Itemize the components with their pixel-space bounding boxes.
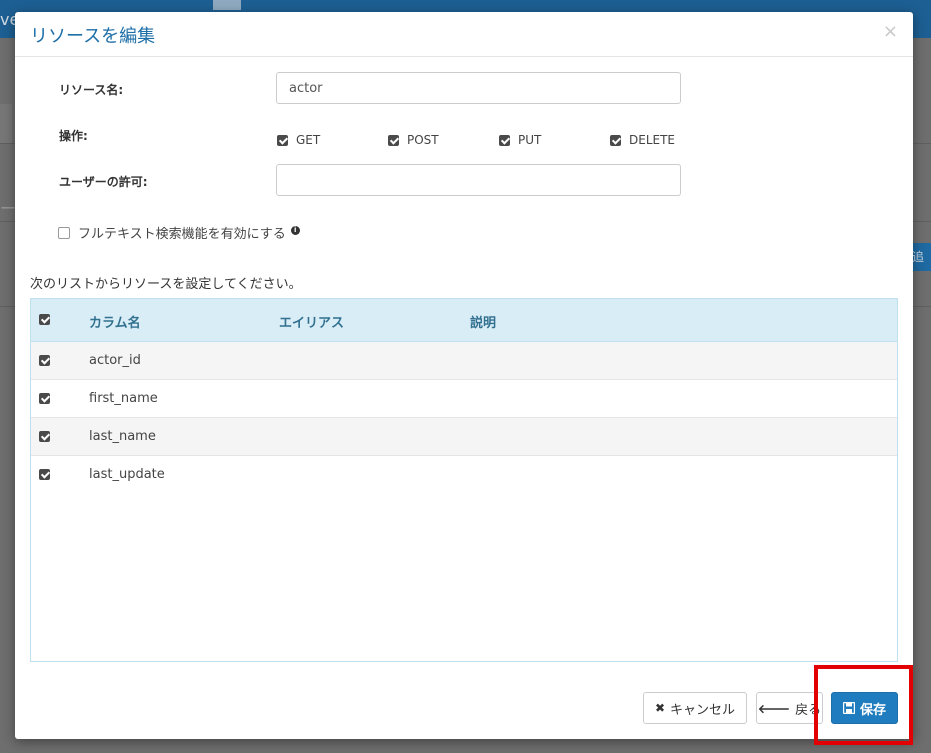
column-name-cell: last_name bbox=[89, 429, 156, 444]
checkbox-unchecked-icon[interactable] bbox=[58, 226, 70, 239]
close-icon[interactable]: × bbox=[883, 22, 898, 42]
cancel-label: キャンセル bbox=[670, 702, 736, 718]
resource-name-label: リソース名: bbox=[59, 83, 124, 97]
fulltext-search-checkbox[interactable]: フルテキスト検索機能を有効にする i bbox=[58, 223, 300, 242]
cancel-button[interactable]: ✖ キャンセル bbox=[643, 692, 747, 724]
row-checkbox[interactable] bbox=[39, 393, 50, 404]
operation-delete-checkbox[interactable]: DELETE bbox=[610, 133, 675, 147]
checkbox-checked-icon[interactable] bbox=[499, 134, 510, 146]
operation-label: POST bbox=[407, 133, 439, 147]
row-checkbox[interactable] bbox=[39, 355, 50, 366]
modal-header: リソースを編集 × bbox=[15, 12, 913, 57]
column-header-alias: エイリアス bbox=[279, 316, 345, 331]
background-panel-edge bbox=[0, 104, 12, 144]
table-row: last_name bbox=[31, 418, 897, 456]
operations-label: 操作: bbox=[59, 129, 88, 143]
background-add-button: 追加 bbox=[912, 243, 931, 271]
table-header: カラム名 エイリアス 説明 bbox=[31, 299, 897, 342]
select-all-checkbox[interactable] bbox=[39, 314, 50, 325]
times-icon: ✖ bbox=[654, 701, 666, 715]
column-name-cell: first_name bbox=[89, 391, 158, 406]
fulltext-search-label: フルテキスト検索機能を有効にする bbox=[78, 227, 286, 242]
operation-put-checkbox[interactable]: PUT bbox=[499, 133, 541, 147]
list-instruction: 次のリストからリソースを設定してください。 bbox=[30, 277, 302, 292]
edit-resource-modal: リソースを編集 × リソース名: 操作: GET POST PUT DELETE… bbox=[15, 12, 913, 739]
checkbox-checked-icon[interactable] bbox=[610, 134, 621, 146]
info-circle-icon[interactable]: i bbox=[290, 226, 300, 235]
operation-post-checkbox[interactable]: POST bbox=[388, 133, 439, 147]
background-add-label: 追加 bbox=[912, 250, 925, 264]
column-name-cell: actor_id bbox=[89, 353, 141, 368]
user-permission-label: ユーザーの許可: bbox=[59, 175, 148, 189]
operation-label: PUT bbox=[518, 133, 542, 147]
operation-label: GET bbox=[296, 133, 321, 147]
column-name-cell: last_update bbox=[89, 467, 165, 482]
table-row: last_update bbox=[31, 456, 897, 494]
resource-name-input[interactable] bbox=[276, 72, 681, 104]
checkbox-checked-icon[interactable] bbox=[388, 134, 399, 146]
modal-title: リソースを編集 bbox=[30, 26, 156, 47]
row-checkbox[interactable] bbox=[39, 469, 50, 480]
table-row: first_name bbox=[31, 380, 897, 418]
save-button-highlight bbox=[814, 665, 913, 745]
operation-get-checkbox[interactable]: GET bbox=[277, 133, 320, 147]
background-tab bbox=[213, 0, 241, 10]
arrow-left-icon: 🡐 bbox=[757, 701, 791, 716]
column-header-description: 説明 bbox=[470, 316, 497, 331]
back-button[interactable]: 🡐 戻る bbox=[756, 692, 823, 724]
operation-label: DELETE bbox=[629, 133, 676, 147]
user-permission-input[interactable] bbox=[276, 164, 681, 196]
table-row: actor_id bbox=[31, 342, 897, 380]
checkbox-checked-icon[interactable] bbox=[277, 134, 288, 146]
column-header-name: カラム名 bbox=[89, 316, 141, 331]
columns-table: カラム名 エイリアス 説明 actor_id first_name last_n… bbox=[30, 298, 898, 662]
row-checkbox[interactable] bbox=[39, 431, 50, 442]
